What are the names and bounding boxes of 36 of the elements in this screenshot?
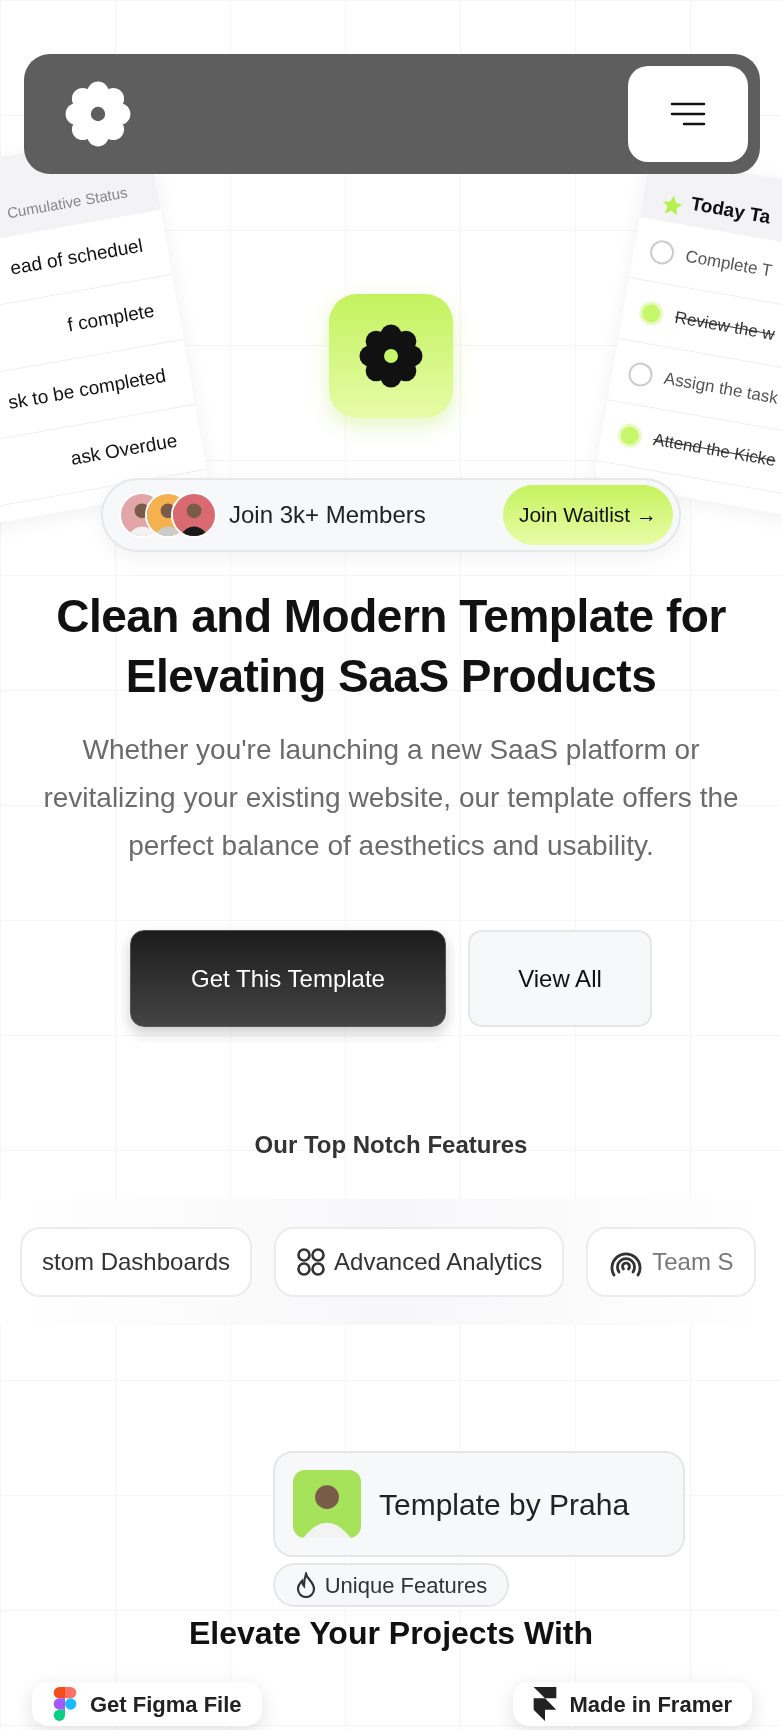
status-row-text: f complete bbox=[65, 298, 157, 338]
feature-label: Advanced Analytics bbox=[334, 1247, 543, 1277]
status-row-text: ead of scheduel bbox=[8, 233, 146, 281]
members-text: Join 3k+ Members bbox=[229, 500, 426, 530]
author-avatar bbox=[293, 1470, 361, 1538]
card-title: Cumulative Status bbox=[5, 182, 130, 223]
task-checkbox[interactable] bbox=[626, 360, 655, 388]
task-label: Assign the task bbox=[662, 367, 780, 410]
view-all-button[interactable]: View All bbox=[468, 930, 652, 1027]
star-icon bbox=[660, 193, 684, 217]
menu-icon bbox=[670, 101, 706, 127]
feature-label: Team S bbox=[652, 1247, 734, 1277]
get-template-button[interactable]: Get This Template bbox=[130, 930, 446, 1027]
four-circles-icon bbox=[296, 1247, 327, 1277]
badge-label: Unique Features bbox=[324, 1571, 488, 1600]
figma-file-button[interactable]: Get Figma File bbox=[32, 1682, 262, 1726]
status-row-text: sk to be completed bbox=[6, 363, 169, 416]
task-label: Complete T bbox=[683, 245, 775, 283]
task-checkbox[interactable] bbox=[648, 238, 677, 266]
card-title: Today Ta bbox=[688, 191, 773, 229]
status-row-text: ask Overdue bbox=[68, 428, 180, 472]
author-text: Template by Praha bbox=[379, 1486, 630, 1523]
hero-title: Clean and Modern Template for Elevating SaaS Products bbox=[55, 589, 727, 704]
figma-logo-icon bbox=[52, 1687, 78, 1721]
hero-subtitle: Whether you're launching a new SaaS platform or revitalizing your existing website, our template offers the perfect balance of aesthetics and usability. bbox=[42, 733, 740, 863]
menu-button[interactable] bbox=[628, 66, 748, 162]
flame-icon bbox=[294, 1572, 317, 1598]
task-label: Review the w bbox=[672, 306, 777, 346]
framer-button[interactable]: Made in Framer bbox=[513, 1682, 752, 1726]
framer-logo-icon bbox=[533, 1687, 558, 1721]
join-waitlist-button[interactable]: Join Waitlist → bbox=[502, 485, 673, 545]
features-title: Our Top Notch Features bbox=[254, 1130, 528, 1160]
avatar bbox=[171, 492, 217, 538]
section-heading: Elevate Your Projects With bbox=[189, 1614, 593, 1653]
feature-label: stom Dashboards bbox=[42, 1247, 231, 1277]
task-label: Attend the Kicke bbox=[651, 428, 778, 472]
